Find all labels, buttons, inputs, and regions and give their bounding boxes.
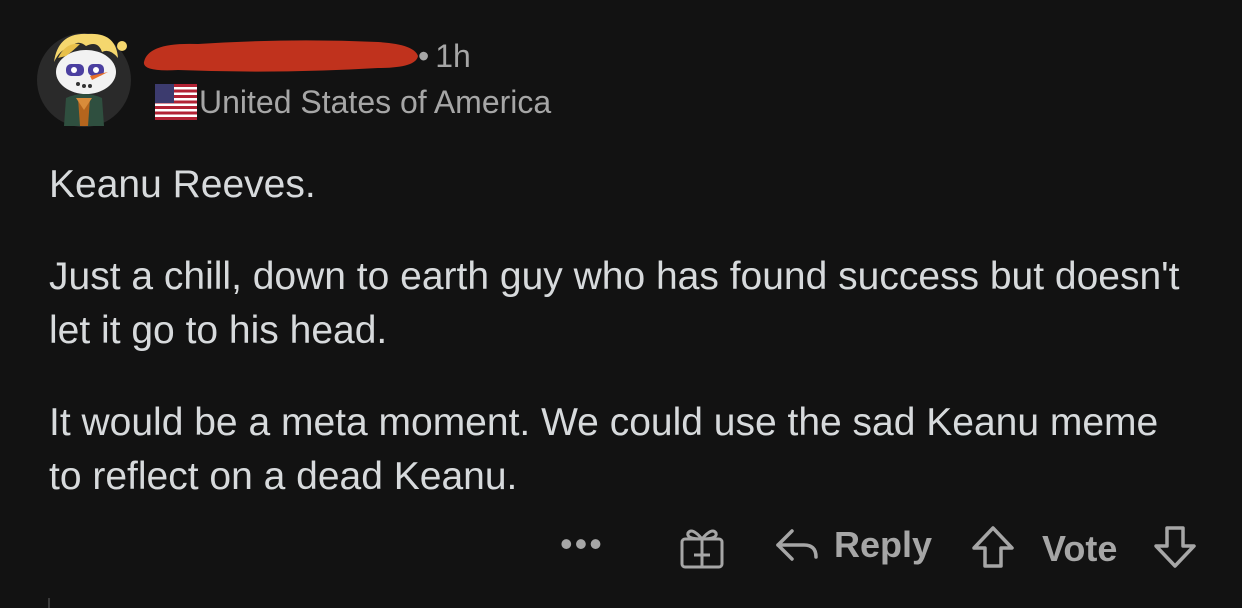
comment-paragraph: Keanu Reeves. [49,163,316,206]
thread-line [48,598,50,608]
more-icon: ••• [560,523,604,564]
vote-label: Vote [1042,528,1118,569]
comment: • 1h United States of America Keanu Reeve… [0,0,1242,608]
comment-timestamp: 1h [435,38,471,74]
meta-separator: • [418,38,430,74]
upvote-icon [972,526,1014,568]
upvote-button[interactable] [970,524,1016,575]
flair-text: United States of America [199,83,552,120]
reply-button[interactable]: Reply [774,524,932,566]
comment-meta: • 1h [418,38,471,75]
downvote-button[interactable] [1152,524,1198,575]
downvote-icon [1154,526,1196,568]
comment-paragraph: It would be a meta moment. We could use … [49,401,1159,498]
reply-label: Reply [834,524,933,565]
more-options-button[interactable]: ••• [560,520,604,568]
comment-body: Keanu Reeves. Just a chill, down to eart… [49,158,1199,504]
gift-icon [680,529,724,569]
comment-action-bar: ••• Reply Vote [560,520,1220,576]
reply-arrow-icon [776,529,818,561]
comment-paragraph: Just a chill, down to earth guy who has … [49,255,1180,352]
award-button[interactable] [678,525,726,576]
username-redaction [143,40,418,72]
us-flag-icon [155,84,197,120]
snoo-avatar-icon [37,33,131,127]
user-avatar[interactable] [36,28,132,128]
user-flair: United States of America [155,82,551,122]
